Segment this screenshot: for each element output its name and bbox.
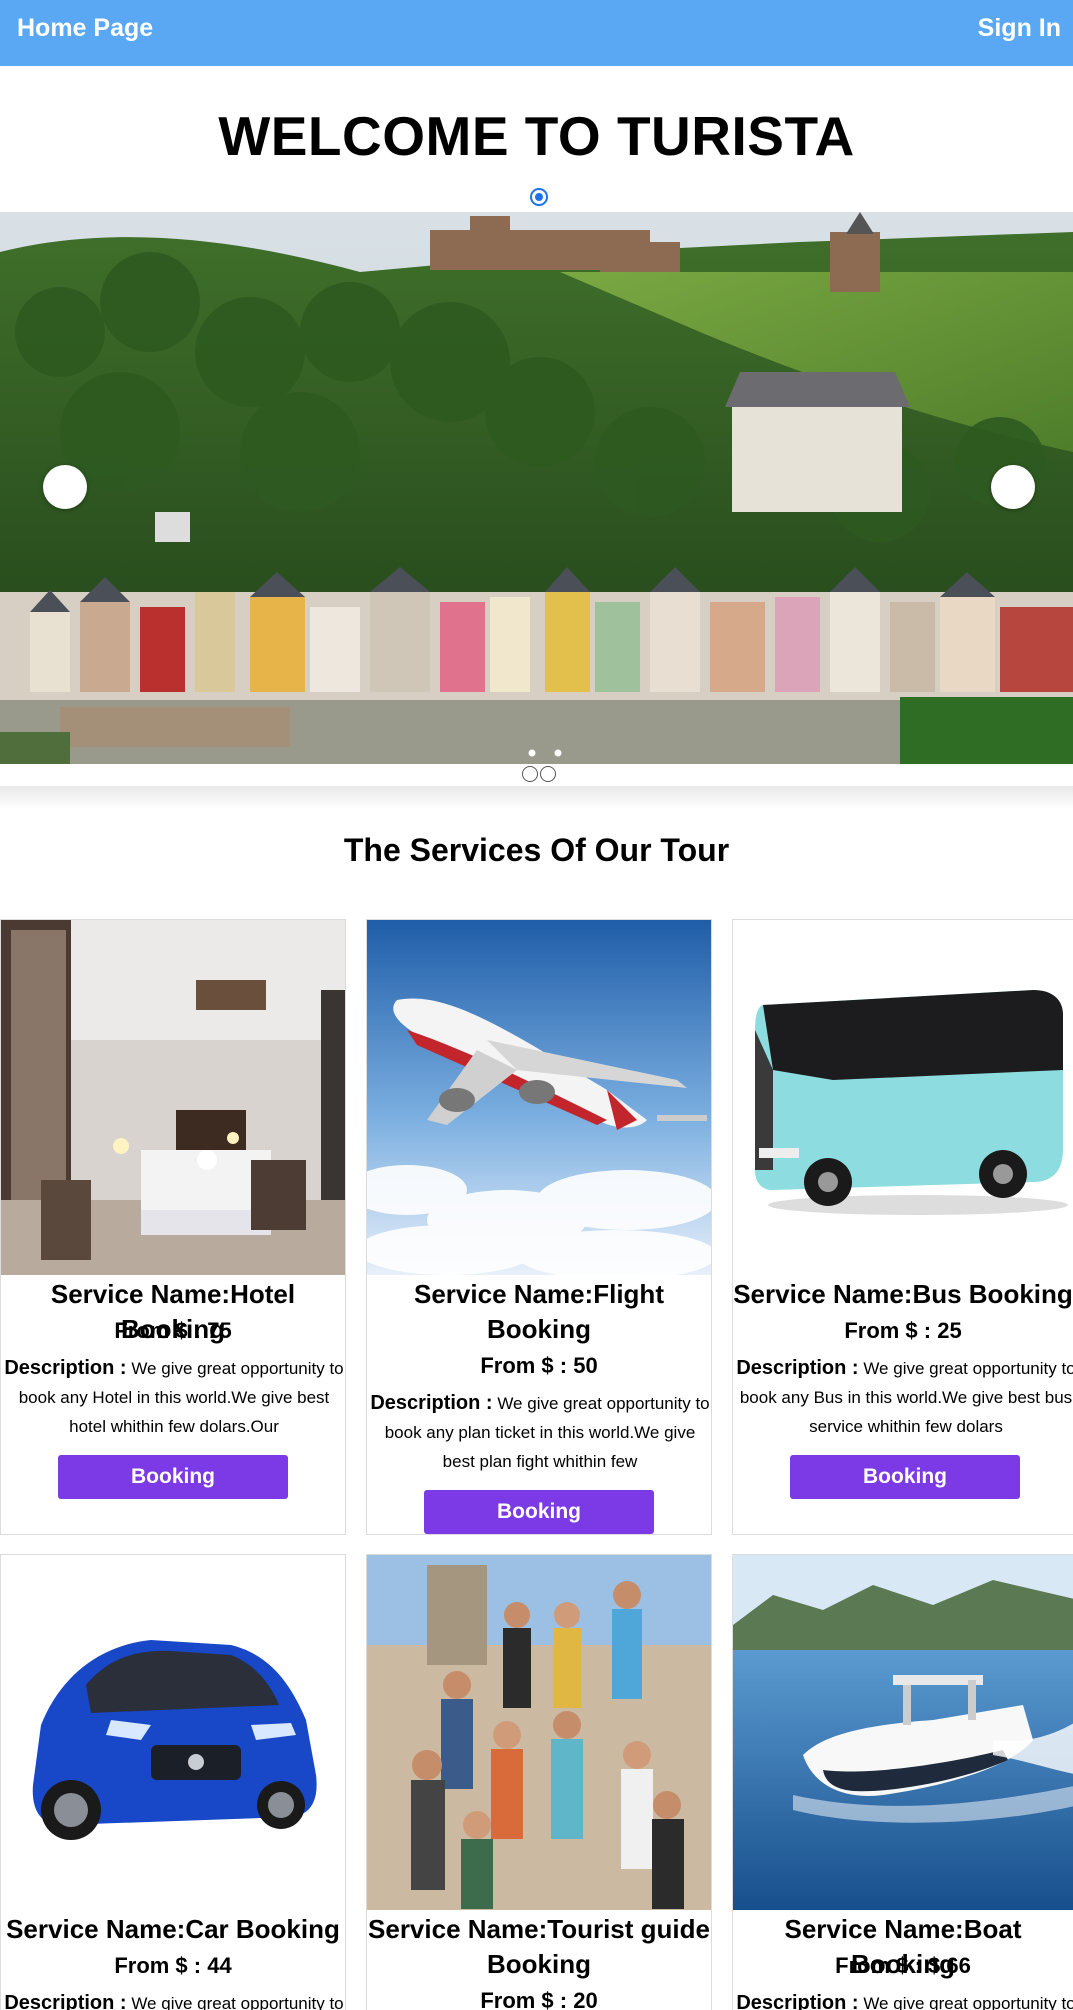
carousel-indicator-radio[interactable] [530, 188, 548, 206]
service-description: Description : We give great opportunity … [4, 1989, 344, 2010]
booking-button[interactable]: Booking [58, 1455, 288, 1499]
service-price: From $ : 25 [844, 1318, 962, 1343]
service-price: From $ : 20 [480, 1988, 598, 2010]
carousel-prev-button[interactable] [43, 465, 87, 509]
booking-button[interactable]: Booking [790, 1455, 1020, 1499]
services-title: The Services Of Our Tour [343, 832, 730, 868]
service-card-tourist-guide: Service Name:Tourist guide Booking From … [366, 1554, 712, 2010]
service-description: Description : We give great opportunity … [370, 1389, 710, 1476]
service-card-flight: Service Name:Flight Booking From $ : 50 … [366, 919, 712, 1535]
service-card-bus: Service Name:Bus Booking From $ : 25 Des… [732, 919, 1073, 1535]
service-card-boat: Service Name:Boat Booking From $ : $ 66 … [732, 1554, 1073, 2010]
top-navbar: Home Page Sign In [0, 0, 1073, 66]
tourist-group-image [367, 1555, 711, 1910]
carousel-pager-dot-1[interactable] [522, 766, 538, 782]
description-text: We give great opportunity to [126, 1994, 344, 2010]
description-label: Description : [4, 1357, 127, 1379]
car-image [1, 1555, 345, 1910]
welcome-title: WELCOME TO TURISTA [218, 105, 855, 167]
service-name: Service Name:Bus Booking [733, 1279, 1073, 1309]
service-card-hotel: Service Name:Hotel Booking From $ : 75 D… [0, 919, 346, 1535]
service-name: Service Name:Car Booking [6, 1914, 340, 1944]
home-page-link[interactable]: Home Page [17, 14, 153, 43]
airplane-image [367, 920, 711, 1275]
service-description: Description : We give great opportunity … [736, 1989, 1073, 2010]
description-text: We give great opportunity to [858, 1994, 1073, 2010]
description-label: Description : [736, 1357, 859, 1379]
service-description: Description : We give great opportunity … [4, 1354, 344, 1441]
bus-image [733, 920, 1073, 1275]
description-label: Description : [4, 1992, 127, 2010]
hero-landscape-image [0, 212, 1073, 764]
service-name: Service Name:Flight Booking [414, 1279, 664, 1344]
service-price: From $ : $ 66 [835, 1953, 971, 1978]
booking-button[interactable]: Booking [424, 1490, 654, 1534]
carousel-next-button[interactable] [991, 465, 1035, 509]
service-price: From $ : 44 [114, 1953, 232, 1978]
speedboat-image [733, 1555, 1073, 1910]
description-label: Description : [736, 1992, 859, 2010]
section-divider [0, 786, 1073, 810]
carousel-pager-dot-2[interactable] [540, 766, 556, 782]
sign-in-link[interactable]: Sign In [978, 14, 1061, 43]
hotel-room-image [1, 920, 345, 1275]
description-label: Description : [370, 1392, 493, 1414]
service-price: From $ : 50 [480, 1353, 598, 1378]
service-name: Service Name:Tourist guide Booking [368, 1914, 710, 1979]
service-description: Description : We give great opportunity … [736, 1354, 1073, 1441]
hero-carousel [0, 212, 1073, 764]
service-card-car: Service Name:Car Booking From $ : 44 Des… [0, 1554, 346, 2010]
service-price: From $ : 75 [114, 1318, 232, 1343]
